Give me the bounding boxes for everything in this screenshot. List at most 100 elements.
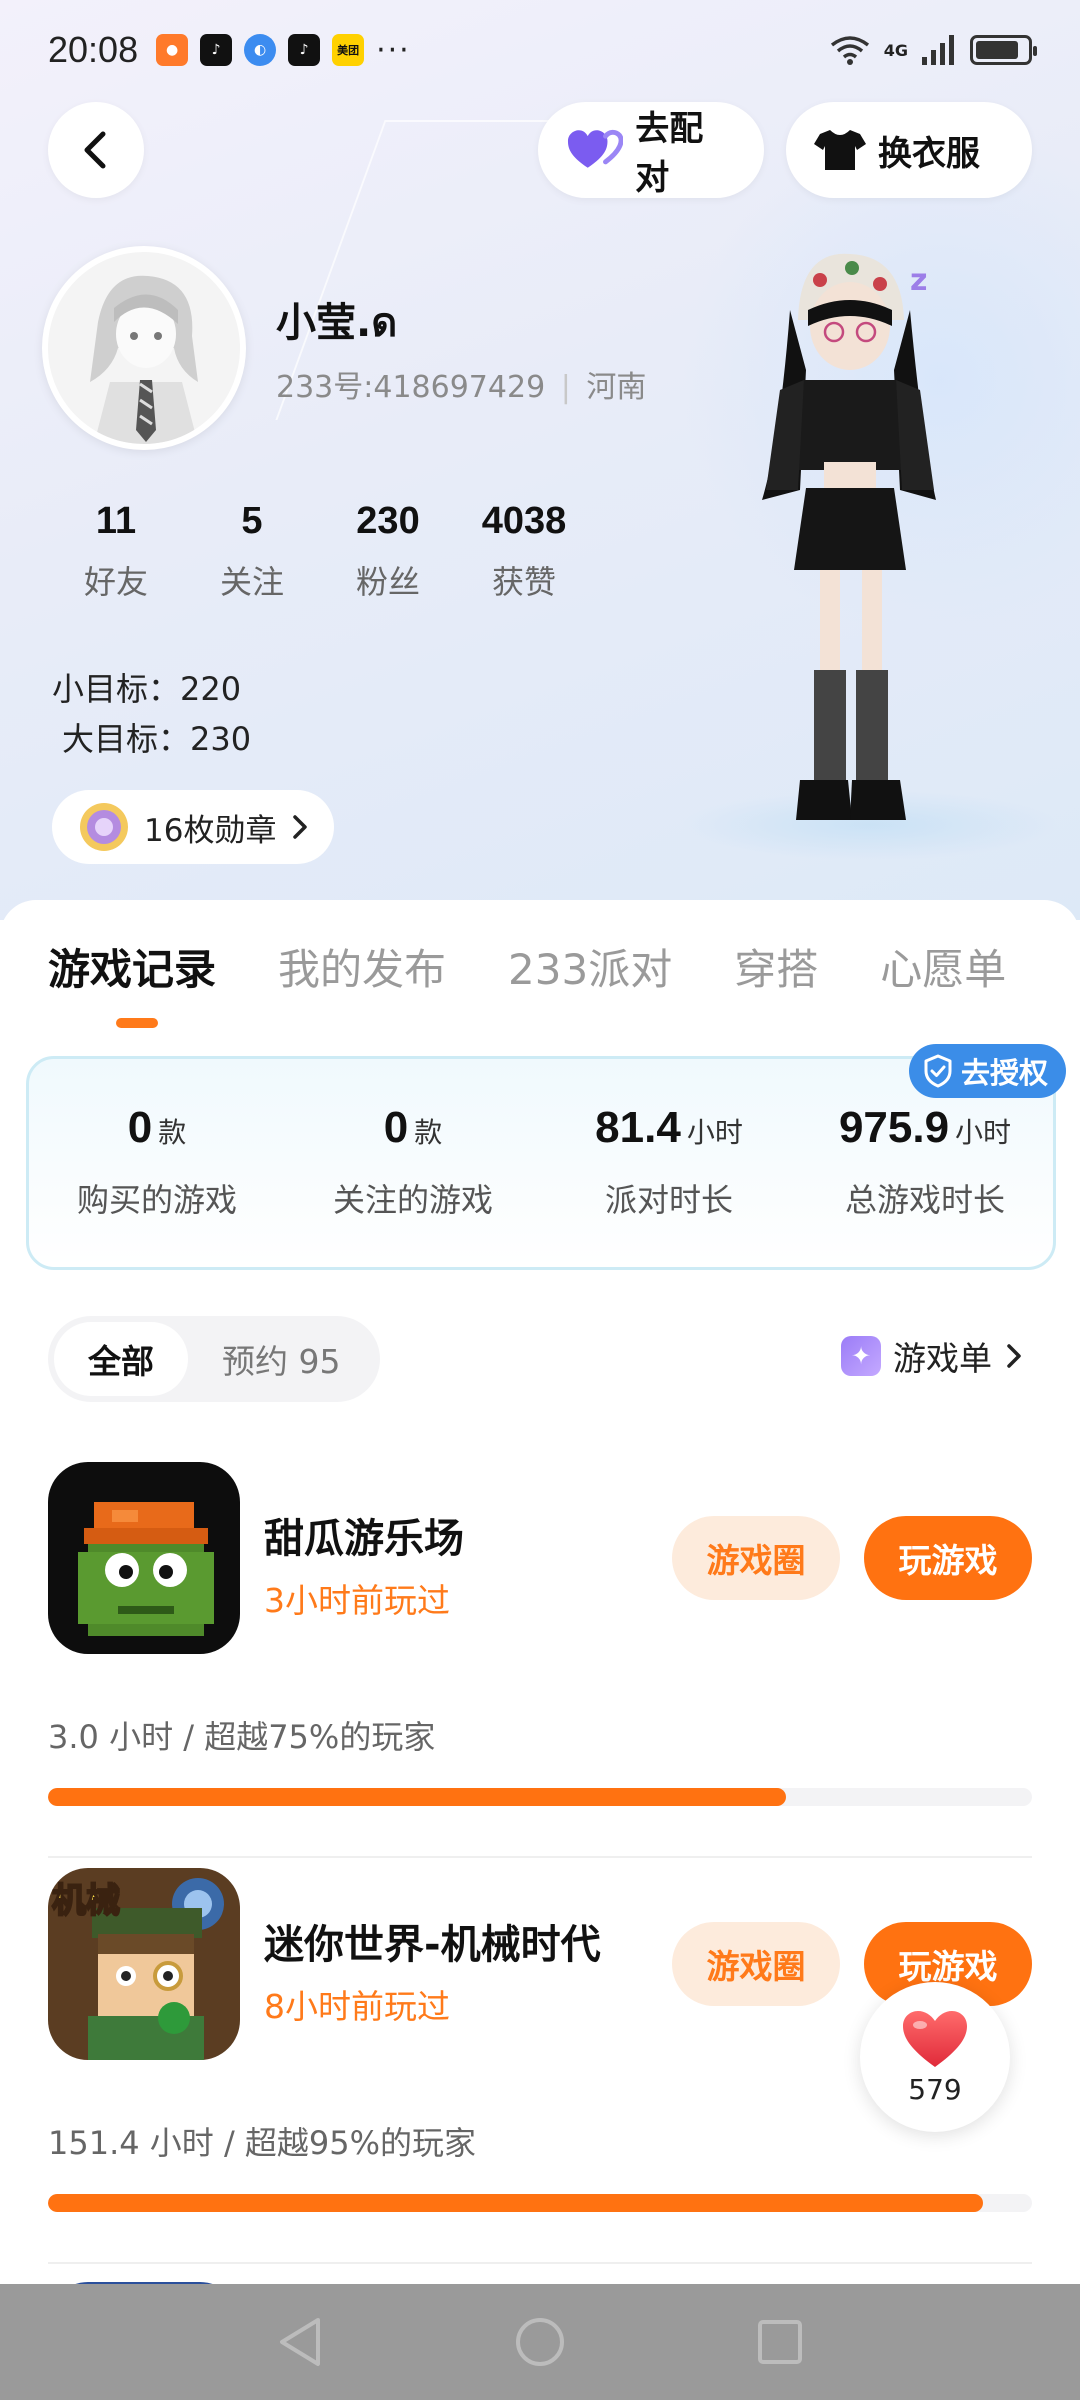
summary-purchased[interactable]: 0款 购买的游戏 bbox=[29, 1059, 285, 1267]
triangle-back-icon bbox=[280, 2318, 320, 2366]
username: 小莹.ด bbox=[276, 300, 398, 346]
game-circle-button[interactable]: 游戏圈 bbox=[672, 1516, 840, 1600]
back-button[interactable] bbox=[48, 102, 144, 198]
battery-icon bbox=[970, 35, 1037, 65]
game-name: 迷你世界-机械时代 bbox=[264, 1922, 601, 1968]
chevron-right-icon bbox=[1007, 1344, 1021, 1368]
goal-small: 小目标：220 bbox=[52, 670, 242, 708]
game-list-link[interactable]: ✦ 游戏单 bbox=[841, 1332, 1024, 1380]
browser-icon: ◐ bbox=[244, 34, 277, 66]
profile-bio: 小目标：220 大目标：230 bbox=[52, 664, 251, 764]
summary-followed[interactable]: 0款 关注的游戏 bbox=[285, 1059, 541, 1267]
profile-tabs: 游戏记录 我的发布 233派对 穿搭 心愿单 bbox=[48, 936, 1006, 997]
battery-level bbox=[976, 41, 1018, 59]
mini-world-app-icon: 机械 bbox=[48, 1868, 240, 2060]
divider bbox=[48, 1856, 1032, 1858]
status-time: 20:08 bbox=[48, 29, 139, 70]
game-circle-button[interactable]: 游戏圈 bbox=[672, 1922, 840, 2006]
tab-233-party[interactable]: 233派对 bbox=[508, 936, 672, 997]
game-playtime: 3.0 小时 / 超越75%的玩家 bbox=[48, 1718, 436, 1756]
tab-game-records[interactable]: 游戏记录 bbox=[48, 936, 216, 997]
stat-followers[interactable]: 230 粉丝 bbox=[320, 500, 456, 603]
wifi-icon bbox=[830, 36, 869, 65]
summary-value: 975.9 bbox=[838, 1103, 950, 1152]
summary-unit: 小时 bbox=[686, 1116, 743, 1149]
match-button[interactable]: 去配对 bbox=[538, 102, 764, 198]
play-game-button[interactable]: 玩游戏 bbox=[864, 1516, 1032, 1600]
circle-home-icon bbox=[516, 2318, 564, 2366]
user-id-line: 233号:418697429 | 河南 bbox=[276, 362, 646, 406]
tshirt-icon bbox=[814, 130, 866, 170]
active-tab-indicator bbox=[116, 1018, 158, 1028]
game-name: 甜瓜游乐场 bbox=[264, 1516, 464, 1562]
divider bbox=[48, 2262, 1032, 2264]
nav-back-button[interactable] bbox=[270, 2312, 330, 2372]
stat-value: 5 bbox=[241, 500, 263, 542]
separator: | bbox=[560, 370, 571, 405]
mini-world-icon-art: 机械 bbox=[48, 1868, 240, 2060]
medal-icon bbox=[80, 803, 128, 851]
summary-value: 0 bbox=[127, 1103, 153, 1152]
shield-check-icon bbox=[924, 1054, 952, 1088]
taobao-icon: ● bbox=[156, 34, 189, 66]
avatar[interactable] bbox=[42, 246, 246, 450]
filter-all[interactable]: 全部 bbox=[54, 1322, 188, 1396]
more-notifications-icon: ··· bbox=[376, 32, 411, 68]
chevron-right-icon bbox=[293, 815, 308, 839]
game-last-played: 3小时前玩过 bbox=[264, 1581, 450, 1620]
chevron-left-icon bbox=[84, 131, 106, 169]
system-navigation-bar bbox=[0, 2284, 1080, 2400]
summary-label: 派对时长 bbox=[604, 1181, 733, 1219]
signal-icon bbox=[922, 35, 954, 65]
badges-button[interactable]: 16枚勋章 bbox=[52, 790, 335, 864]
square-recents-icon bbox=[758, 2320, 802, 2364]
stat-friends[interactable]: 11 好友 bbox=[48, 500, 184, 603]
tab-wishlist[interactable]: 心愿单 bbox=[880, 936, 1006, 997]
playtime-progress-bar bbox=[48, 2194, 1032, 2212]
game-item[interactable]: 甜瓜游乐场 3小时前玩过 游戏圈 玩游戏 3.0 小时 / 超越75%的玩家 bbox=[48, 1462, 1032, 1868]
icon-caption: 机械 bbox=[52, 1881, 120, 1921]
stat-label: 粉丝 bbox=[355, 563, 420, 601]
stat-label: 好友 bbox=[83, 563, 148, 601]
tab-my-posts[interactable]: 我的发布 bbox=[278, 936, 446, 997]
avatar-3d-character[interactable]: z bbox=[740, 240, 970, 840]
heart-icon bbox=[903, 2010, 967, 2067]
game-list-label: 游戏单 bbox=[893, 1339, 992, 1378]
summary-label: 总游戏时长 bbox=[844, 1181, 1005, 1219]
stat-value: 4038 bbox=[481, 500, 567, 542]
tiktok-icon: ♪ bbox=[288, 34, 321, 66]
tab-outfits[interactable]: 穿搭 bbox=[734, 936, 818, 997]
character-image: z bbox=[762, 253, 936, 820]
status-right: 4G bbox=[830, 35, 1037, 65]
authorize-label: 去授权 bbox=[960, 1056, 1048, 1090]
sparkle-icon: ✦ bbox=[841, 1336, 881, 1376]
summary-label: 关注的游戏 bbox=[332, 1181, 493, 1219]
user-region: 河南 bbox=[586, 370, 647, 405]
heart-pair-icon bbox=[567, 129, 624, 168]
badges-label: 16枚勋章 bbox=[144, 812, 277, 849]
match-label: 去配对 bbox=[635, 109, 704, 198]
filter-reserved[interactable]: 预约 95 bbox=[188, 1322, 374, 1396]
tiktok-icon: ♪ bbox=[200, 34, 233, 66]
melon-icon-art bbox=[48, 1462, 240, 1654]
playtime-progress-fill bbox=[48, 2194, 983, 2212]
stat-label: 获赞 bbox=[491, 563, 556, 601]
summary-unit: 小时 bbox=[955, 1116, 1012, 1149]
nav-recents-button[interactable] bbox=[750, 2312, 810, 2372]
summary-value: 0 bbox=[383, 1103, 409, 1152]
stat-likes[interactable]: 4038 获赞 bbox=[456, 500, 592, 603]
change-outfit-button[interactable]: 换衣服 bbox=[786, 102, 1032, 198]
profile-stats: 11 好友 5 关注 230 粉丝 4038 获赞 bbox=[48, 500, 592, 603]
meituan-icon: 美团 bbox=[332, 34, 365, 66]
authorize-button[interactable]: 去授权 bbox=[908, 1044, 1066, 1098]
avatar-image bbox=[48, 252, 240, 444]
nav-home-button[interactable] bbox=[510, 2312, 570, 2372]
like-button[interactable]: 579 bbox=[860, 1982, 1010, 2132]
like-count: 579 bbox=[908, 2072, 962, 2106]
summary-label: 购买的游戏 bbox=[76, 1181, 237, 1219]
summary-party-time[interactable]: 81.4 小时 派对时长 bbox=[541, 1059, 797, 1267]
game-playtime: 151.4 小时 / 超越95%的玩家 bbox=[48, 2124, 477, 2162]
network-type: 4G bbox=[883, 40, 908, 60]
stat-following[interactable]: 5 关注 bbox=[184, 500, 320, 603]
summary-unit: 款 bbox=[158, 1116, 187, 1149]
